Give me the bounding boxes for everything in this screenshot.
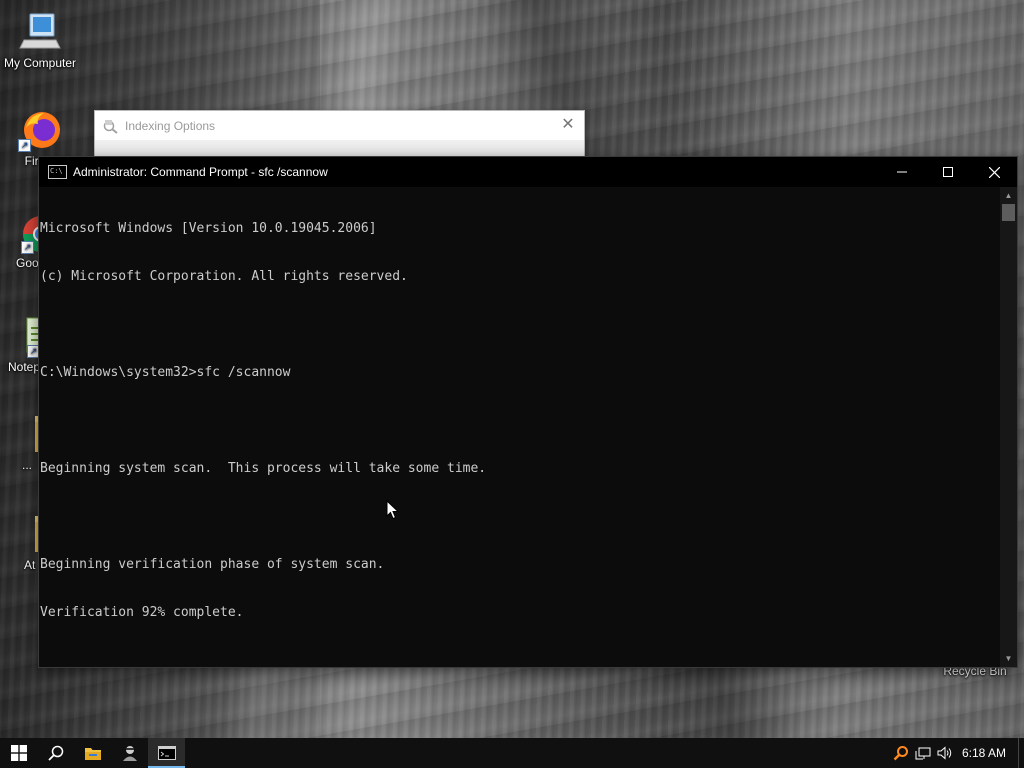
file-explorer-icon (84, 748, 101, 760)
window-controls (879, 157, 1017, 187)
window-title: Administrator: Command Prompt - sfc /sca… (73, 165, 328, 179)
user-app-button[interactable] (111, 738, 148, 768)
network-button[interactable] (912, 738, 934, 768)
console-line: Beginning system scan. This process will… (40, 461, 487, 476)
close-icon (988, 166, 1000, 178)
indexing-options-icon (103, 118, 119, 134)
vertical-scrollbar[interactable]: ▲ ▼ (1000, 187, 1017, 667)
computer-icon (18, 10, 62, 54)
taskbar: 6:18 AM (0, 738, 1024, 768)
scroll-thumb[interactable] (1002, 204, 1015, 221)
show-desktop-button[interactable] (1018, 738, 1024, 768)
shortcut-arrow-icon: ↗ (21, 241, 34, 254)
start-button[interactable] (0, 738, 37, 768)
console-line: Microsoft Windows [Version 10.0.19045.20… (40, 221, 377, 236)
console-line: Beginning verification phase of system s… (40, 557, 385, 572)
search-tray-icon (893, 746, 908, 761)
close-button[interactable] (971, 157, 1017, 187)
clock-time[interactable]: 6:18 AM (956, 746, 1018, 760)
command-prompt-icon: C:\ (48, 165, 67, 179)
search-icon (47, 745, 63, 761)
command-prompt-taskbar-button[interactable] (148, 738, 185, 768)
volume-icon (937, 746, 952, 760)
windows-start-icon (10, 745, 27, 761)
command-prompt-icon (157, 746, 176, 760)
command-prompt-window[interactable]: C:\ Administrator: Command Prompt - sfc … (38, 156, 1018, 668)
desktop-icon-my-computer[interactable]: My Computer (0, 10, 80, 70)
indexing-options-titlebar[interactable]: Indexing Options (95, 111, 584, 140)
scroll-down-icon[interactable]: ▼ (1000, 650, 1017, 667)
console-line: Verification 92% complete. (40, 605, 244, 620)
indexing-options-window[interactable]: Indexing Options ✕ (94, 110, 585, 160)
console-line: C:\Windows\system32>sfc /scannow (40, 365, 291, 380)
search-button[interactable] (37, 738, 74, 768)
firefox-icon: ↗ (18, 108, 62, 152)
volume-button[interactable] (934, 738, 956, 768)
close-icon[interactable]: ✕ (558, 115, 578, 135)
command-prompt-titlebar[interactable]: C:\ Administrator: Command Prompt - sfc … (39, 157, 1017, 187)
indexing-options-title: Indexing Options (125, 118, 216, 133)
mouse-cursor-icon (386, 500, 400, 520)
scroll-up-icon[interactable]: ▲ (1000, 187, 1017, 204)
network-icon (915, 747, 931, 760)
file-explorer-button[interactable] (74, 738, 111, 768)
minimize-button[interactable] (879, 157, 925, 187)
desktop-icon-label: My Computer (3, 56, 77, 70)
console-line: (c) Microsoft Corporation. All rights re… (40, 269, 408, 284)
maximize-icon (943, 167, 953, 177)
console-output[interactable]: Microsoft Windows [Version 10.0.19045.20… (39, 187, 1000, 667)
maximize-button[interactable] (925, 157, 971, 187)
minimize-icon (897, 171, 907, 173)
user-app-icon (122, 746, 137, 761)
shortcut-arrow-icon: ↗ (18, 139, 31, 152)
system-tray: 6:18 AM (890, 738, 1024, 768)
tray-search-button[interactable] (890, 738, 912, 768)
